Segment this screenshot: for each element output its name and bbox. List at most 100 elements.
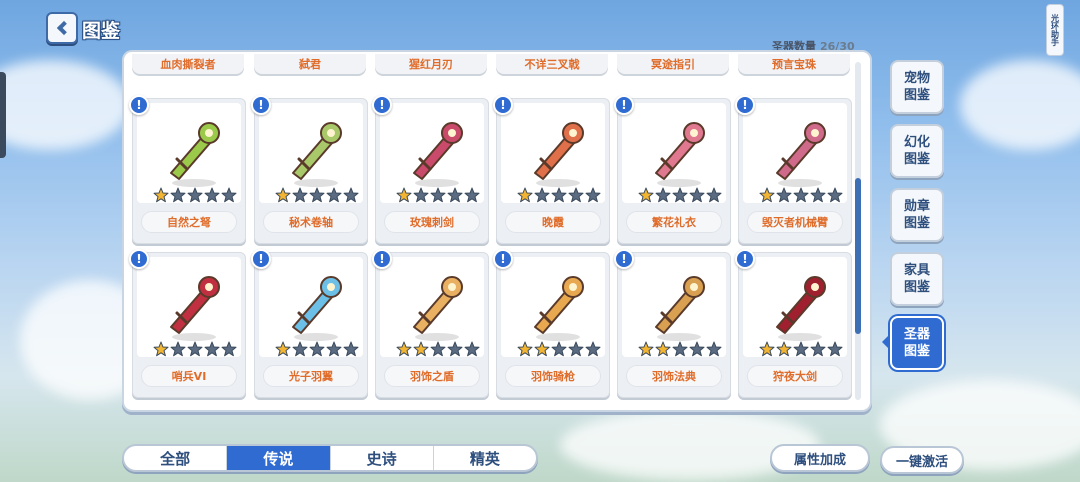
partial-item-label[interactable]: 预言宝珠 bbox=[738, 54, 850, 74]
exclamation-icon: ! bbox=[493, 95, 513, 115]
side-menu-transform-codex[interactable]: 幻化 图鉴 bbox=[890, 124, 944, 178]
relic-card[interactable]: ! 玫瑰刺剑 bbox=[372, 95, 489, 244]
star-empty-icon bbox=[413, 187, 429, 203]
star-empty-icon bbox=[672, 187, 688, 203]
star-empty-icon bbox=[810, 187, 826, 203]
rarity-tab-bar: 全部 传说 史诗 精英 bbox=[122, 444, 538, 472]
tab-epic[interactable]: 史诗 bbox=[331, 446, 434, 470]
exclamation-icon: ! bbox=[614, 95, 634, 115]
star-empty-icon bbox=[689, 187, 705, 203]
star-filled-icon bbox=[517, 341, 533, 357]
star-filled-icon bbox=[517, 187, 533, 203]
star-filled-icon bbox=[638, 187, 654, 203]
relic-card[interactable]: ! 羽饰之盾 bbox=[372, 249, 489, 398]
star-empty-icon bbox=[827, 187, 843, 203]
relic-card[interactable]: ! 羽饰骑枪 bbox=[493, 249, 610, 398]
side-menu-label: 幻化 bbox=[903, 135, 930, 150]
page-title: 图鉴 bbox=[82, 20, 121, 42]
relic-card-art-area bbox=[743, 257, 847, 357]
relic-card[interactable]: ! 自然之弩 bbox=[129, 95, 246, 244]
relic-art-icon bbox=[534, 276, 584, 341]
star-empty-icon bbox=[292, 187, 308, 203]
star-empty-icon bbox=[810, 341, 826, 357]
chevron-left-icon bbox=[56, 20, 72, 36]
side-menu-medal-codex[interactable]: 勋章 图鉴 bbox=[890, 188, 944, 242]
relic-card-art-area bbox=[259, 103, 363, 203]
relic-card[interactable]: ! 狩夜大剑 bbox=[735, 249, 852, 398]
relic-name-label: 毁灭者机械臂 bbox=[747, 211, 843, 233]
relic-art-icon bbox=[655, 122, 705, 187]
relic-card[interactable]: ! 光子羽翼 bbox=[251, 249, 368, 398]
tab-all[interactable]: 全部 bbox=[124, 446, 228, 470]
relic-card[interactable]: ! 晚霞 bbox=[493, 95, 610, 244]
partial-item-label[interactable]: 血肉撕裂者 bbox=[132, 54, 244, 74]
star-rating bbox=[153, 187, 237, 203]
star-filled-icon bbox=[275, 341, 291, 357]
partial-item-label[interactable]: 冥途指引 bbox=[617, 54, 729, 74]
relic-card-art-area bbox=[622, 103, 726, 203]
relic-card-art-area bbox=[137, 257, 241, 357]
star-empty-icon bbox=[827, 341, 843, 357]
star-empty-icon bbox=[221, 187, 237, 203]
star-rating bbox=[638, 341, 722, 357]
relic-name-label: 繁花礼衣 bbox=[626, 211, 722, 233]
relic-name-label: 秘术卷轴 bbox=[263, 211, 359, 233]
star-empty-icon bbox=[706, 187, 722, 203]
relic-card[interactable]: ! 羽饰法典 bbox=[614, 249, 731, 398]
star-empty-icon bbox=[170, 341, 186, 357]
tab-elite[interactable]: 精英 bbox=[434, 446, 536, 470]
star-filled-icon bbox=[413, 341, 429, 357]
star-empty-icon bbox=[447, 341, 463, 357]
helper-tag[interactable]: 光环助手 bbox=[1046, 4, 1064, 56]
star-rating bbox=[759, 341, 843, 357]
partial-item-label[interactable]: 弑君 bbox=[254, 54, 366, 74]
relic-card-art-area bbox=[259, 257, 363, 357]
one-click-activate-button[interactable]: 一键激活 bbox=[880, 446, 964, 474]
relic-art-icon bbox=[292, 122, 342, 187]
star-empty-icon bbox=[292, 341, 308, 357]
scrollbar-thumb[interactable] bbox=[855, 178, 861, 334]
side-menu-label: 勋章 bbox=[903, 199, 930, 214]
relic-card[interactable]: ! 秘术卷轴 bbox=[251, 95, 368, 244]
star-empty-icon bbox=[464, 341, 480, 357]
cloud bbox=[0, 60, 130, 150]
star-rating bbox=[396, 341, 480, 357]
star-rating bbox=[638, 187, 722, 203]
star-empty-icon bbox=[672, 341, 688, 357]
star-filled-icon bbox=[759, 187, 775, 203]
side-menu-label: 图鉴 bbox=[903, 152, 930, 167]
side-menu-relic-codex[interactable]: 圣器 图鉴 bbox=[890, 316, 944, 370]
relic-card[interactable]: ! 繁花礼衣 bbox=[614, 95, 731, 244]
exclamation-icon: ! bbox=[735, 95, 755, 115]
star-empty-icon bbox=[326, 187, 342, 203]
relic-art-icon bbox=[413, 122, 463, 187]
partial-item-label[interactable]: 猩红月刃 bbox=[375, 54, 487, 74]
exclamation-icon: ! bbox=[251, 249, 271, 269]
side-menu-furniture-codex[interactable]: 家具 图鉴 bbox=[890, 252, 944, 306]
partial-item-label[interactable]: 不详三叉戟 bbox=[496, 54, 608, 74]
star-empty-icon bbox=[464, 187, 480, 203]
star-empty-icon bbox=[221, 341, 237, 357]
star-empty-icon bbox=[568, 341, 584, 357]
star-filled-icon bbox=[776, 341, 792, 357]
side-menu-label: 图鉴 bbox=[903, 280, 930, 295]
exclamation-icon: ! bbox=[493, 249, 513, 269]
star-empty-icon bbox=[568, 187, 584, 203]
star-rating bbox=[517, 187, 601, 203]
exclamation-icon: ! bbox=[129, 95, 149, 115]
side-menu-label: 图鉴 bbox=[903, 88, 930, 103]
relic-art-icon bbox=[776, 122, 826, 187]
star-empty-icon bbox=[430, 187, 446, 203]
side-menu-pet-codex[interactable]: 宠物 图鉴 bbox=[890, 60, 944, 114]
star-empty-icon bbox=[706, 341, 722, 357]
side-menu-label: 宠物 bbox=[903, 71, 930, 86]
attribute-bonus-button[interactable]: 属性加成 bbox=[770, 444, 870, 472]
relic-art-icon bbox=[170, 122, 220, 187]
exclamation-icon: ! bbox=[372, 95, 392, 115]
back-button[interactable] bbox=[46, 12, 78, 44]
edge-handle[interactable] bbox=[0, 72, 6, 158]
star-empty-icon bbox=[204, 187, 220, 203]
tab-legend[interactable]: 传说 bbox=[227, 446, 331, 470]
relic-card[interactable]: ! 哨兵VI bbox=[129, 249, 246, 398]
relic-card[interactable]: ! 毁灭者机械臂 bbox=[735, 95, 852, 244]
